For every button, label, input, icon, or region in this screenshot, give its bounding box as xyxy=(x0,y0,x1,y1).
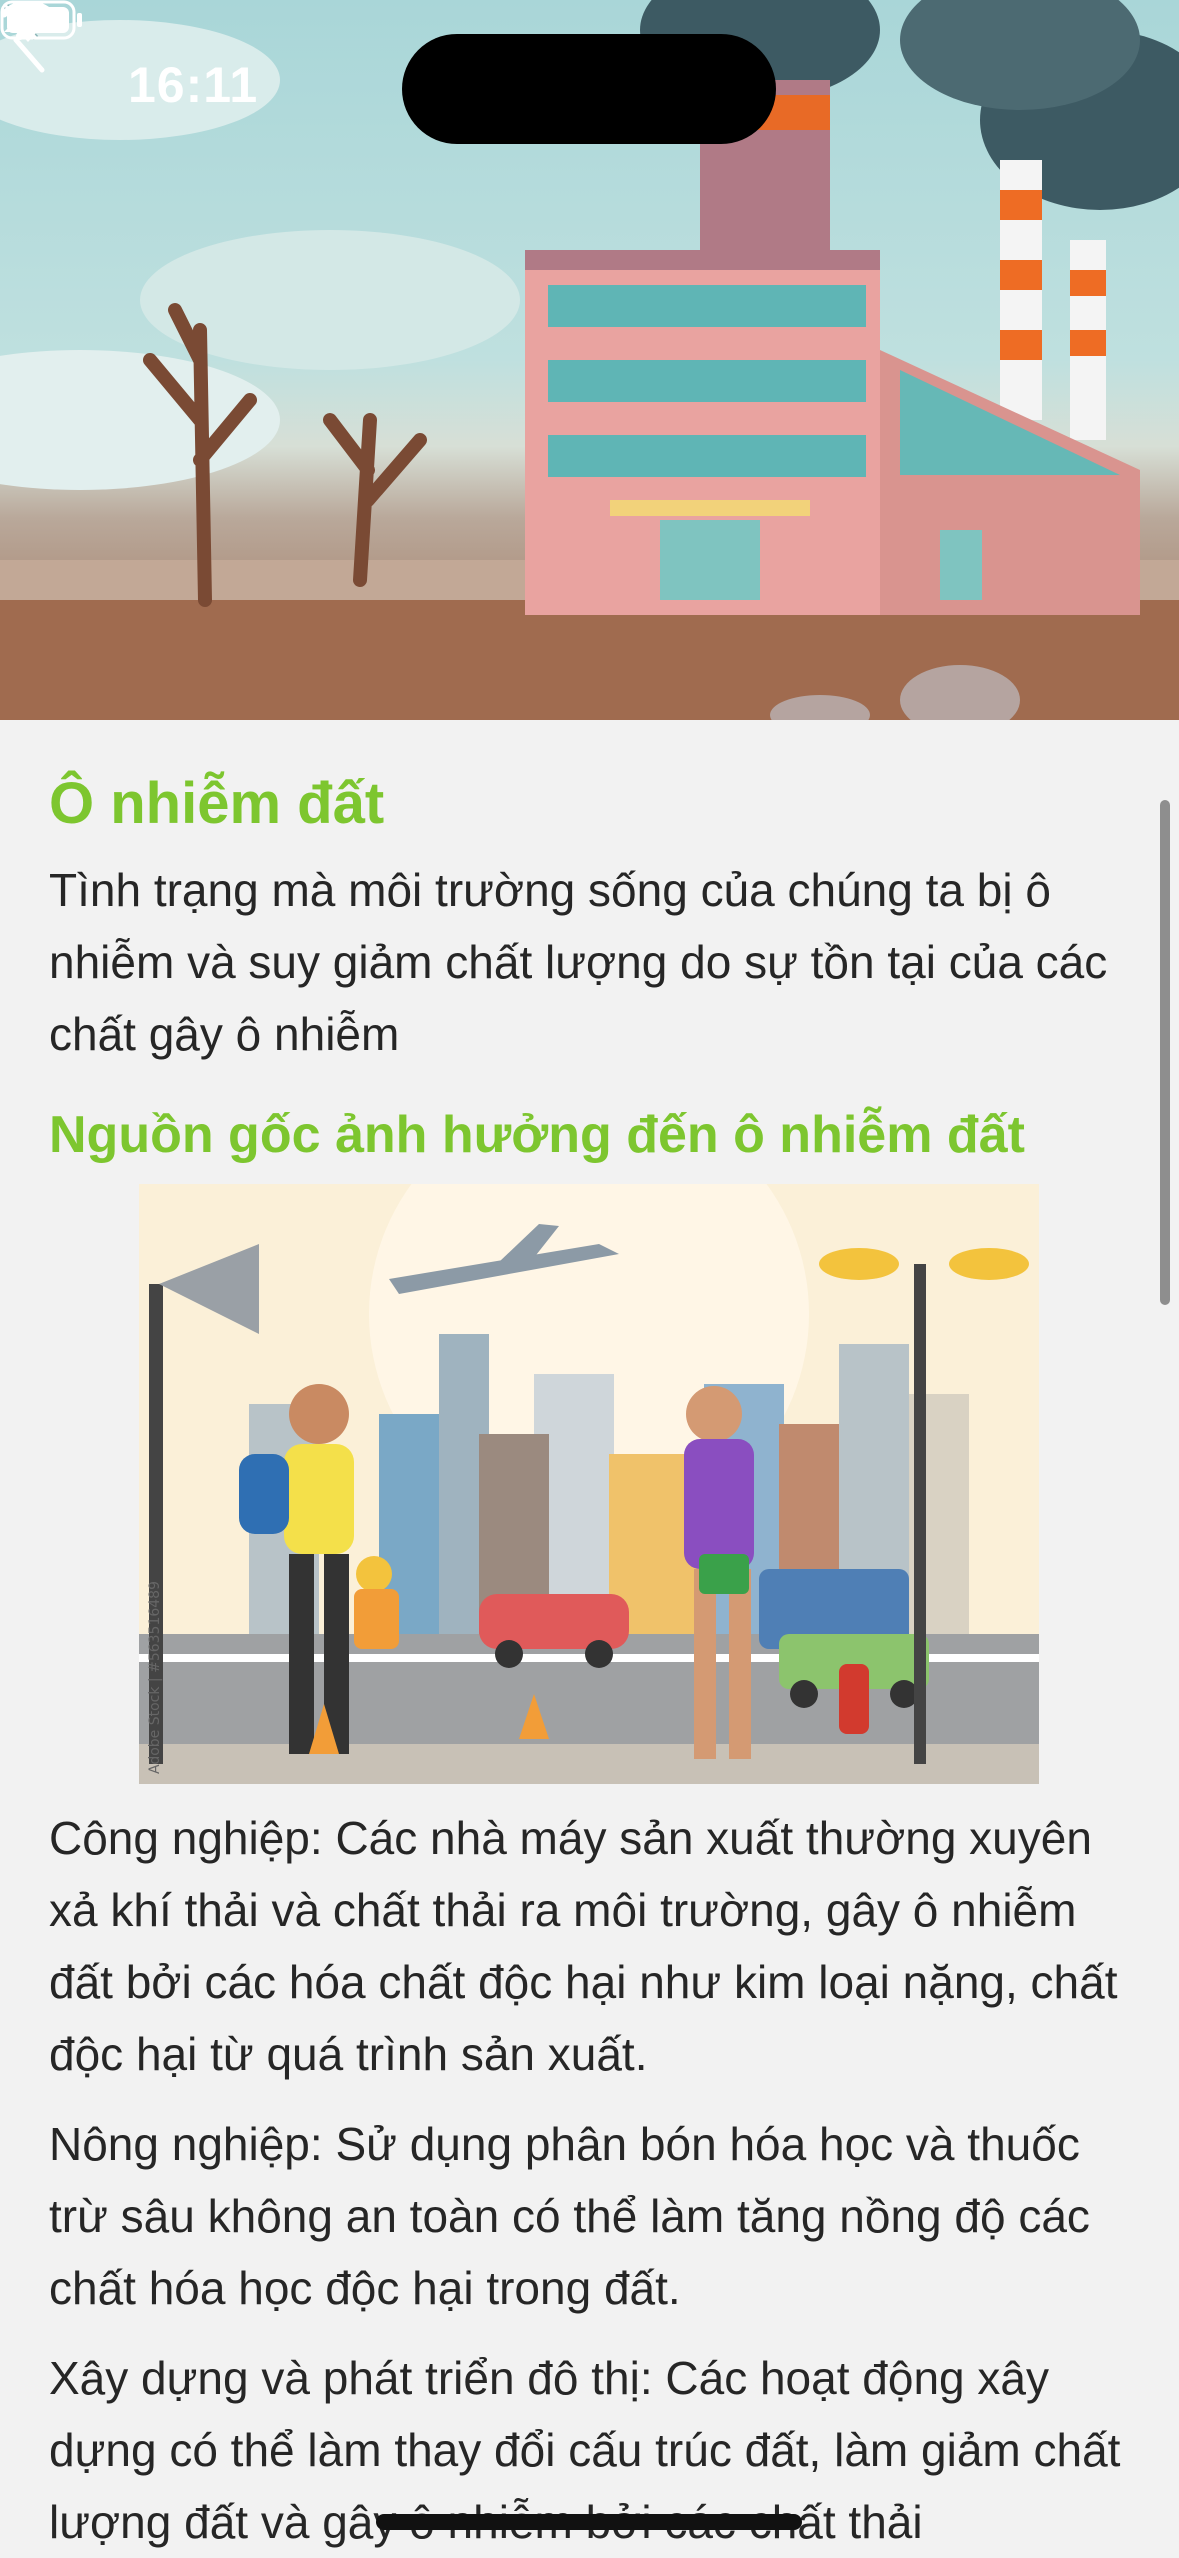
dynamic-island xyxy=(402,34,776,144)
paragraph-agriculture: Nông nghiệp: Sử dụng phân bón hóa học và… xyxy=(49,2118,1090,2314)
status-time: 16:11 xyxy=(128,57,259,113)
hero-image-factory: 16:11 xyxy=(0,0,1179,720)
article-intro: Tình trạng mà môi trường sống của chúng … xyxy=(49,864,1108,1060)
city-scene-illustration: Adobe Stock | #563516489 xyxy=(139,1184,1039,1784)
article-content: Ô nhiễm đất Tình trạng mà môi trường sốn… xyxy=(49,760,1139,2558)
section-title: Nguồn gốc ảnh hưởng đến ô nhiễm đất xyxy=(49,1106,1025,1164)
article-title: Ô nhiễm đất xyxy=(49,771,385,836)
illustration-watermark: Adobe Stock | #563516489 xyxy=(147,1581,163,1774)
paragraph-industry: Công nghiệp: Các nhà máy sản xuất thường… xyxy=(49,1812,1118,2080)
vertical-scrollbar[interactable] xyxy=(1160,800,1170,1305)
home-indicator[interactable] xyxy=(376,2514,802,2530)
noise-pollution-illustration: Adobe Stock | #563516489 xyxy=(139,1184,1039,1784)
chevron-left-icon xyxy=(13,7,45,73)
back-button[interactable] xyxy=(0,0,60,80)
